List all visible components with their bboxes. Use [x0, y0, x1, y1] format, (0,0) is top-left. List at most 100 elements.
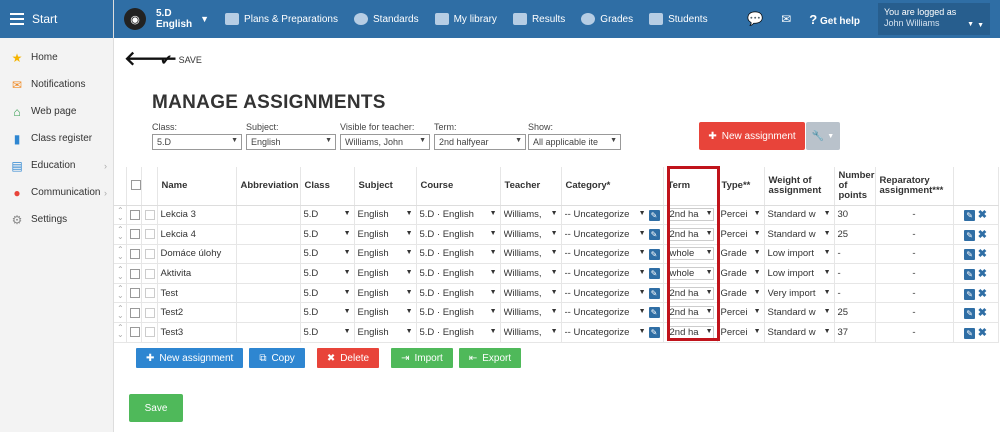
category-select[interactable]: -- Uncategorize: [565, 268, 646, 279]
header-teacher[interactable]: Teacher: [500, 167, 562, 206]
drag-handle-icon[interactable]: ⌃ ⌄: [117, 265, 124, 280]
help-link[interactable]: ? Get help: [809, 12, 860, 27]
sidebar-item-class-register[interactable]: ▮ Class register: [0, 125, 113, 152]
drag-handle-icon[interactable]: ⌃ ⌄: [117, 206, 124, 221]
class-select[interactable]: 5.D: [304, 327, 351, 338]
name-cell[interactable]: Test2: [157, 302, 237, 324]
edit-category-icon[interactable]: ✎: [648, 248, 660, 260]
row-grip[interactable]: ⌃ ⌄: [114, 205, 127, 226]
type-select[interactable]: Grade: [721, 288, 761, 299]
row-checkbox[interactable]: [129, 248, 140, 259]
type-select[interactable]: Percei: [721, 209, 761, 220]
drag-handle-icon[interactable]: ⌃ ⌄: [117, 226, 124, 241]
class-select[interactable]: 5.D: [152, 134, 242, 150]
abbreviation-cell[interactable]: [236, 205, 301, 226]
export-button[interactable]: ⇤ Export: [458, 348, 522, 368]
abbreviation-cell[interactable]: [236, 283, 301, 304]
sidebar-item-notifications[interactable]: ✉ Notifications: [0, 71, 113, 98]
points-cell[interactable]: -: [834, 244, 876, 265]
points-cell[interactable]: 25: [834, 302, 876, 324]
term-select[interactable]: whole: [666, 247, 714, 261]
header-subject[interactable]: Subject: [354, 167, 417, 206]
new-assignment-bottom-button[interactable]: ✚ New assignment: [136, 348, 244, 368]
edit-category-icon[interactable]: ✎: [648, 229, 660, 241]
reparatory-cell[interactable]: -: [875, 244, 954, 265]
drag-handle-icon[interactable]: ⌃ ⌄: [117, 304, 124, 319]
abbreviation-cell[interactable]: [236, 224, 301, 245]
row-grip[interactable]: ⌃ ⌄: [114, 302, 127, 324]
weight-select[interactable]: Low import: [768, 268, 831, 279]
delete-icon[interactable]: ✖: [978, 209, 987, 221]
type-select[interactable]: Grade: [721, 248, 761, 259]
subject-select[interactable]: English: [358, 209, 413, 220]
row-checkbox[interactable]: [129, 209, 140, 220]
category-select[interactable]: -- Uncategorize: [565, 307, 646, 318]
category-select[interactable]: -- Uncategorize: [565, 248, 646, 259]
subject-select[interactable]: English: [358, 288, 413, 299]
reparatory-cell[interactable]: -: [875, 205, 954, 226]
term-select[interactable]: 2nd ha: [666, 325, 714, 339]
edit-icon[interactable]: ✎: [964, 269, 976, 281]
reparatory-cell[interactable]: -: [875, 224, 954, 245]
course-select[interactable]: 5.D · English: [420, 248, 497, 259]
weight-select[interactable]: Low import: [768, 248, 831, 259]
term-select[interactable]: 2nd halfyear: [434, 134, 526, 150]
edit-category-icon[interactable]: ✎: [648, 327, 660, 339]
subject-select[interactable]: English: [246, 134, 336, 150]
abbreviation-cell[interactable]: [236, 322, 301, 343]
points-cell[interactable]: 25: [834, 224, 876, 245]
header-name[interactable]: Name: [157, 167, 237, 206]
select-all-checkbox[interactable]: [130, 180, 141, 191]
reparatory-cell[interactable]: -: [875, 322, 954, 343]
envelope-icon[interactable]: ✉: [781, 12, 791, 26]
weight-select[interactable]: Standard w: [768, 327, 831, 338]
sidebar-item-settings[interactable]: ⚙ Settings: [0, 206, 113, 233]
header-course[interactable]: Course: [416, 167, 501, 206]
class-select[interactable]: 5.D: [304, 248, 351, 259]
teacher-select[interactable]: Williams,: [504, 327, 558, 338]
subject-select[interactable]: English: [358, 248, 413, 259]
edit-category-icon[interactable]: ✎: [648, 209, 660, 221]
delete-icon[interactable]: ✖: [978, 268, 987, 280]
menu-icon[interactable]: [10, 10, 24, 28]
subject-select[interactable]: English: [358, 327, 413, 338]
category-select[interactable]: -- Uncategorize: [565, 229, 646, 240]
header-abbreviation[interactable]: Abbreviation: [236, 167, 301, 206]
user-menu[interactable]: You are logged as John Williams ▼: [878, 3, 990, 35]
save-button[interactable]: Save: [129, 394, 183, 422]
edit-icon[interactable]: ✎: [964, 229, 976, 241]
teacher-select[interactable]: Williams,: [504, 288, 558, 299]
copy-button[interactable]: ⧉ Copy: [249, 348, 305, 368]
drag-handle-icon[interactable]: ⌃ ⌄: [117, 285, 124, 300]
delete-button[interactable]: ✖ Delete: [316, 348, 380, 368]
row-grip[interactable]: ⌃ ⌄: [114, 283, 127, 304]
teacher-select[interactable]: Williams,: [504, 209, 558, 220]
teacher-select[interactable]: Williams,: [504, 268, 558, 279]
header-class[interactable]: Class: [300, 167, 355, 206]
tools-dropdown-button[interactable]: 🔧 ▼: [806, 122, 840, 150]
save-toolbar-button[interactable]: ✔ SAVE: [160, 51, 202, 69]
header-term[interactable]: Term: [663, 167, 718, 206]
class-select[interactable]: 5.D: [304, 209, 351, 220]
course-select[interactable]: 5.D · English: [420, 229, 497, 240]
course-select[interactable]: 5.D · English: [420, 268, 497, 279]
reparatory-cell[interactable]: -: [875, 263, 954, 284]
name-cell[interactable]: Lekcia 4: [157, 224, 237, 245]
import-button[interactable]: ⇥ Import: [391, 348, 453, 368]
row-checkbox[interactable]: [129, 307, 140, 318]
type-select[interactable]: Percei: [721, 327, 761, 338]
type-select[interactable]: Percei: [721, 229, 761, 240]
sidebar-item-home[interactable]: ★ Home: [0, 44, 113, 71]
name-cell[interactable]: Aktivita: [157, 263, 237, 284]
sidebar-item-communication[interactable]: ● Communication ›: [0, 179, 113, 206]
type-select[interactable]: Grade: [721, 268, 761, 279]
row-checkbox[interactable]: [129, 288, 140, 299]
edit-category-icon[interactable]: ✎: [648, 268, 660, 280]
term-select[interactable]: 2nd ha: [666, 306, 714, 320]
class-selector[interactable]: 5.D English: [156, 8, 192, 30]
edit-icon[interactable]: ✎: [964, 288, 976, 300]
subject-select[interactable]: English: [358, 268, 413, 279]
class-select[interactable]: 5.D: [304, 229, 351, 240]
edit-icon[interactable]: ✎: [964, 308, 976, 320]
header-weight[interactable]: Weight of assignment: [764, 167, 835, 206]
